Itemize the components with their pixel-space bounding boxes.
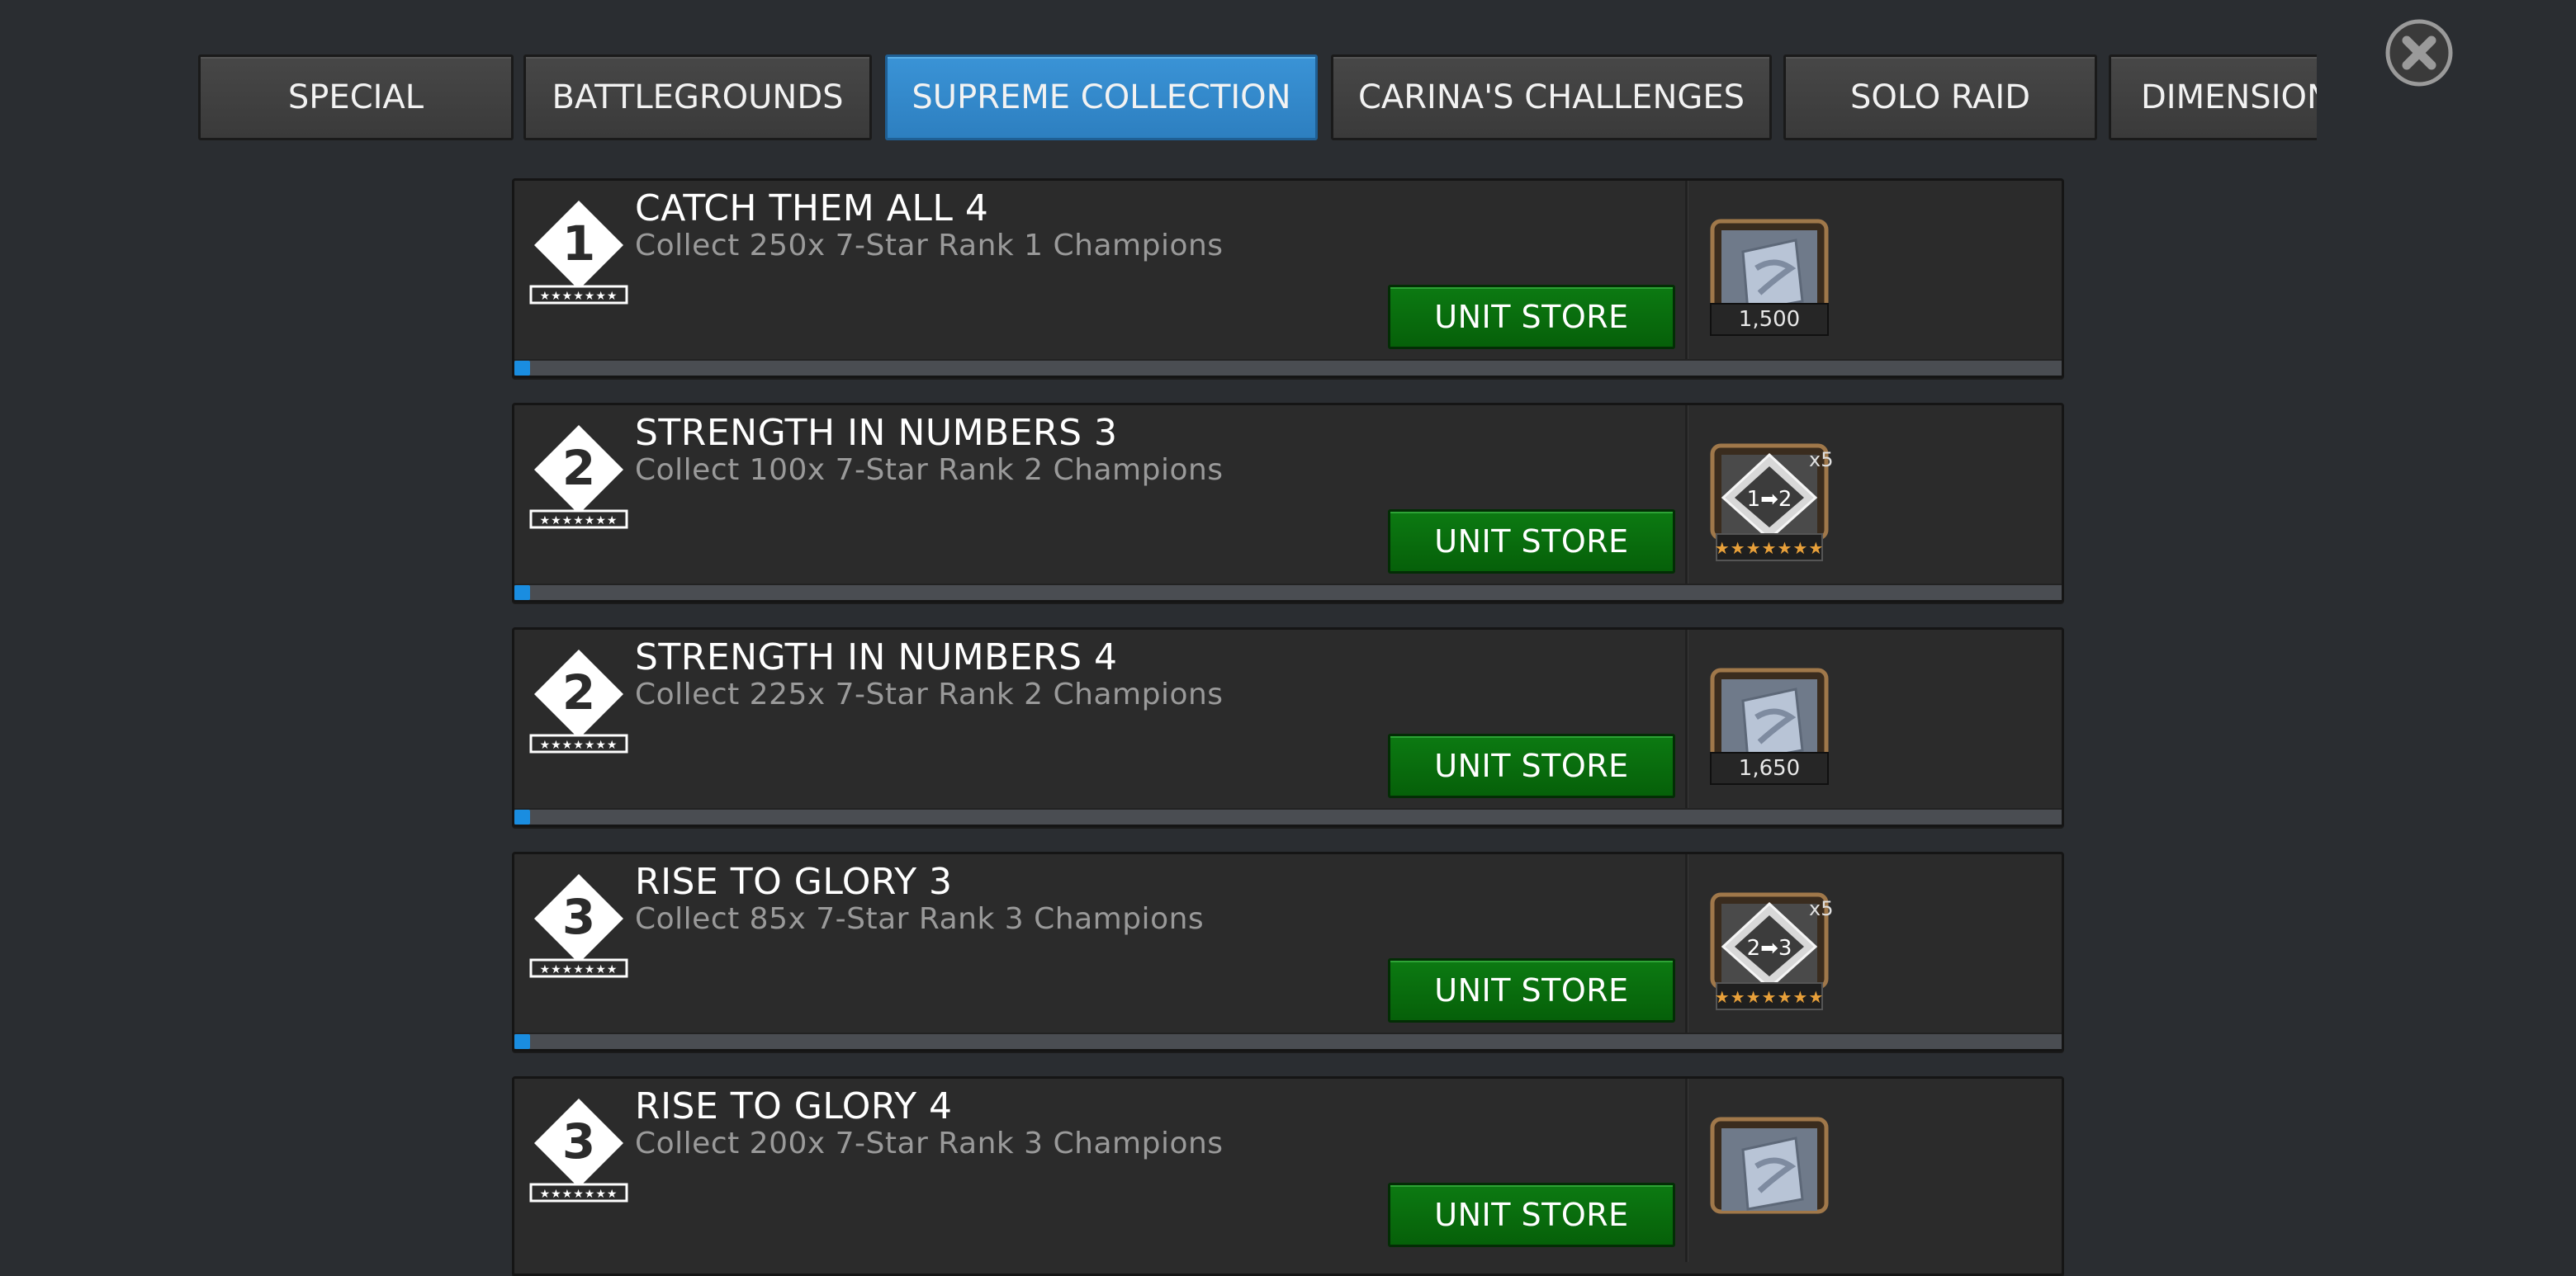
progress-bar (514, 359, 2062, 376)
svg-text:★★★★★★★: ★★★★★★★ (540, 739, 618, 752)
progress-fill (514, 810, 530, 825)
reward-multiplier: x5 (1809, 897, 1834, 920)
svg-text:★★★★★★★: ★★★★★★★ (1715, 538, 1825, 558)
progress-fill (514, 361, 530, 376)
svg-text:★★★★★★★: ★★★★★★★ (540, 514, 618, 527)
quest-title: STRENGTH IN NUMBERS 4 (635, 636, 1118, 678)
shard-card-icon[interactable] (1710, 1117, 1829, 1237)
svg-text:3: 3 (562, 889, 595, 945)
svg-text:1➡2: 1➡2 (1747, 487, 1792, 512)
quest-card: 3 ★★★★★★★ RISE TO GLORY 4 Collect 200x 7… (512, 1076, 2064, 1276)
reward-count: 1,650 (1710, 752, 1829, 785)
progress-fill (514, 1034, 530, 1049)
quest-description: Collect 225x 7-Star Rank 2 Champions (635, 678, 1224, 711)
card-divider (1685, 630, 1688, 813)
rank-badge-icon: 3 ★★★★★★★ (526, 1095, 632, 1203)
progress-bar (514, 584, 2062, 600)
quest-card: 1 ★★★★★★★ CATCH THEM ALL 4 Collect 250x … (512, 178, 2064, 378)
unit-store-button[interactable]: UNIT STORE (1388, 1183, 1675, 1247)
close-icon[interactable] (2384, 18, 2454, 87)
svg-text:2➡3: 2➡3 (1747, 936, 1792, 961)
unit-store-button[interactable]: UNIT STORE (1388, 509, 1675, 574)
reward-count: 1,500 (1710, 303, 1829, 336)
quest-title: CATCH THEM ALL 4 (635, 187, 989, 229)
unit-store-button[interactable]: UNIT STORE (1388, 285, 1675, 349)
quest-title: RISE TO GLORY 3 (635, 861, 953, 903)
quest-description: Collect 85x 7-Star Rank 3 Champions (635, 902, 1205, 936)
quest-description: Collect 250x 7-Star Rank 1 Champions (635, 229, 1224, 262)
rank-badge-icon: 3 ★★★★★★★ (526, 871, 632, 978)
tab-carinas-challenges[interactable]: CARINA'S CHALLENGES (1331, 54, 1772, 140)
quest-title: RISE TO GLORY 4 (635, 1085, 953, 1127)
tab-solo-raid[interactable]: SOLO RAID (1783, 54, 2097, 140)
tab-bar: SPECIAL BATTLEGROUNDS SUPREME COLLECTION… (198, 54, 2317, 142)
tab-supreme-collection[interactable]: SUPREME COLLECTION (885, 54, 1318, 140)
card-divider (1685, 181, 1688, 364)
tab-special[interactable]: SPECIAL (198, 54, 514, 140)
svg-text:★★★★★★★: ★★★★★★★ (1715, 987, 1825, 1007)
rank-badge-icon: 1 ★★★★★★★ (526, 197, 632, 305)
reward-multiplier: x5 (1809, 448, 1834, 471)
tab-battlegrounds[interactable]: BATTLEGROUNDS (523, 54, 872, 140)
svg-text:2: 2 (562, 664, 595, 721)
tab-dimension[interactable]: DIMENSION (2109, 54, 2317, 140)
card-divider (1685, 854, 1688, 1037)
svg-text:3: 3 (562, 1113, 595, 1170)
quest-card: 2 ★★★★★★★ STRENGTH IN NUMBERS 3 Collect … (512, 403, 2064, 603)
card-divider (1685, 1079, 1688, 1262)
rank-badge-icon: 2 ★★★★★★★ (526, 422, 632, 529)
quest-title: STRENGTH IN NUMBERS 3 (635, 412, 1118, 454)
svg-text:1: 1 (562, 215, 595, 272)
unit-store-button[interactable]: UNIT STORE (1388, 958, 1675, 1023)
unit-store-button[interactable]: UNIT STORE (1388, 734, 1675, 798)
quest-card: 2 ★★★★★★★ STRENGTH IN NUMBERS 4 Collect … (512, 627, 2064, 827)
rank-badge-icon: 2 ★★★★★★★ (526, 646, 632, 754)
quest-description: Collect 200x 7-Star Rank 3 Champions (635, 1127, 1224, 1160)
quest-card: 3 ★★★★★★★ RISE TO GLORY 3 Collect 85x 7-… (512, 852, 2064, 1052)
progress-bar (514, 1033, 2062, 1049)
progress-bar (514, 808, 2062, 825)
svg-text:★★★★★★★: ★★★★★★★ (540, 290, 618, 303)
quest-description: Collect 100x 7-Star Rank 2 Champions (635, 453, 1224, 487)
svg-text:★★★★★★★: ★★★★★★★ (540, 1188, 618, 1201)
svg-text:★★★★★★★: ★★★★★★★ (540, 963, 618, 976)
progress-fill (514, 585, 530, 600)
svg-text:2: 2 (562, 440, 595, 496)
card-divider (1685, 405, 1688, 588)
